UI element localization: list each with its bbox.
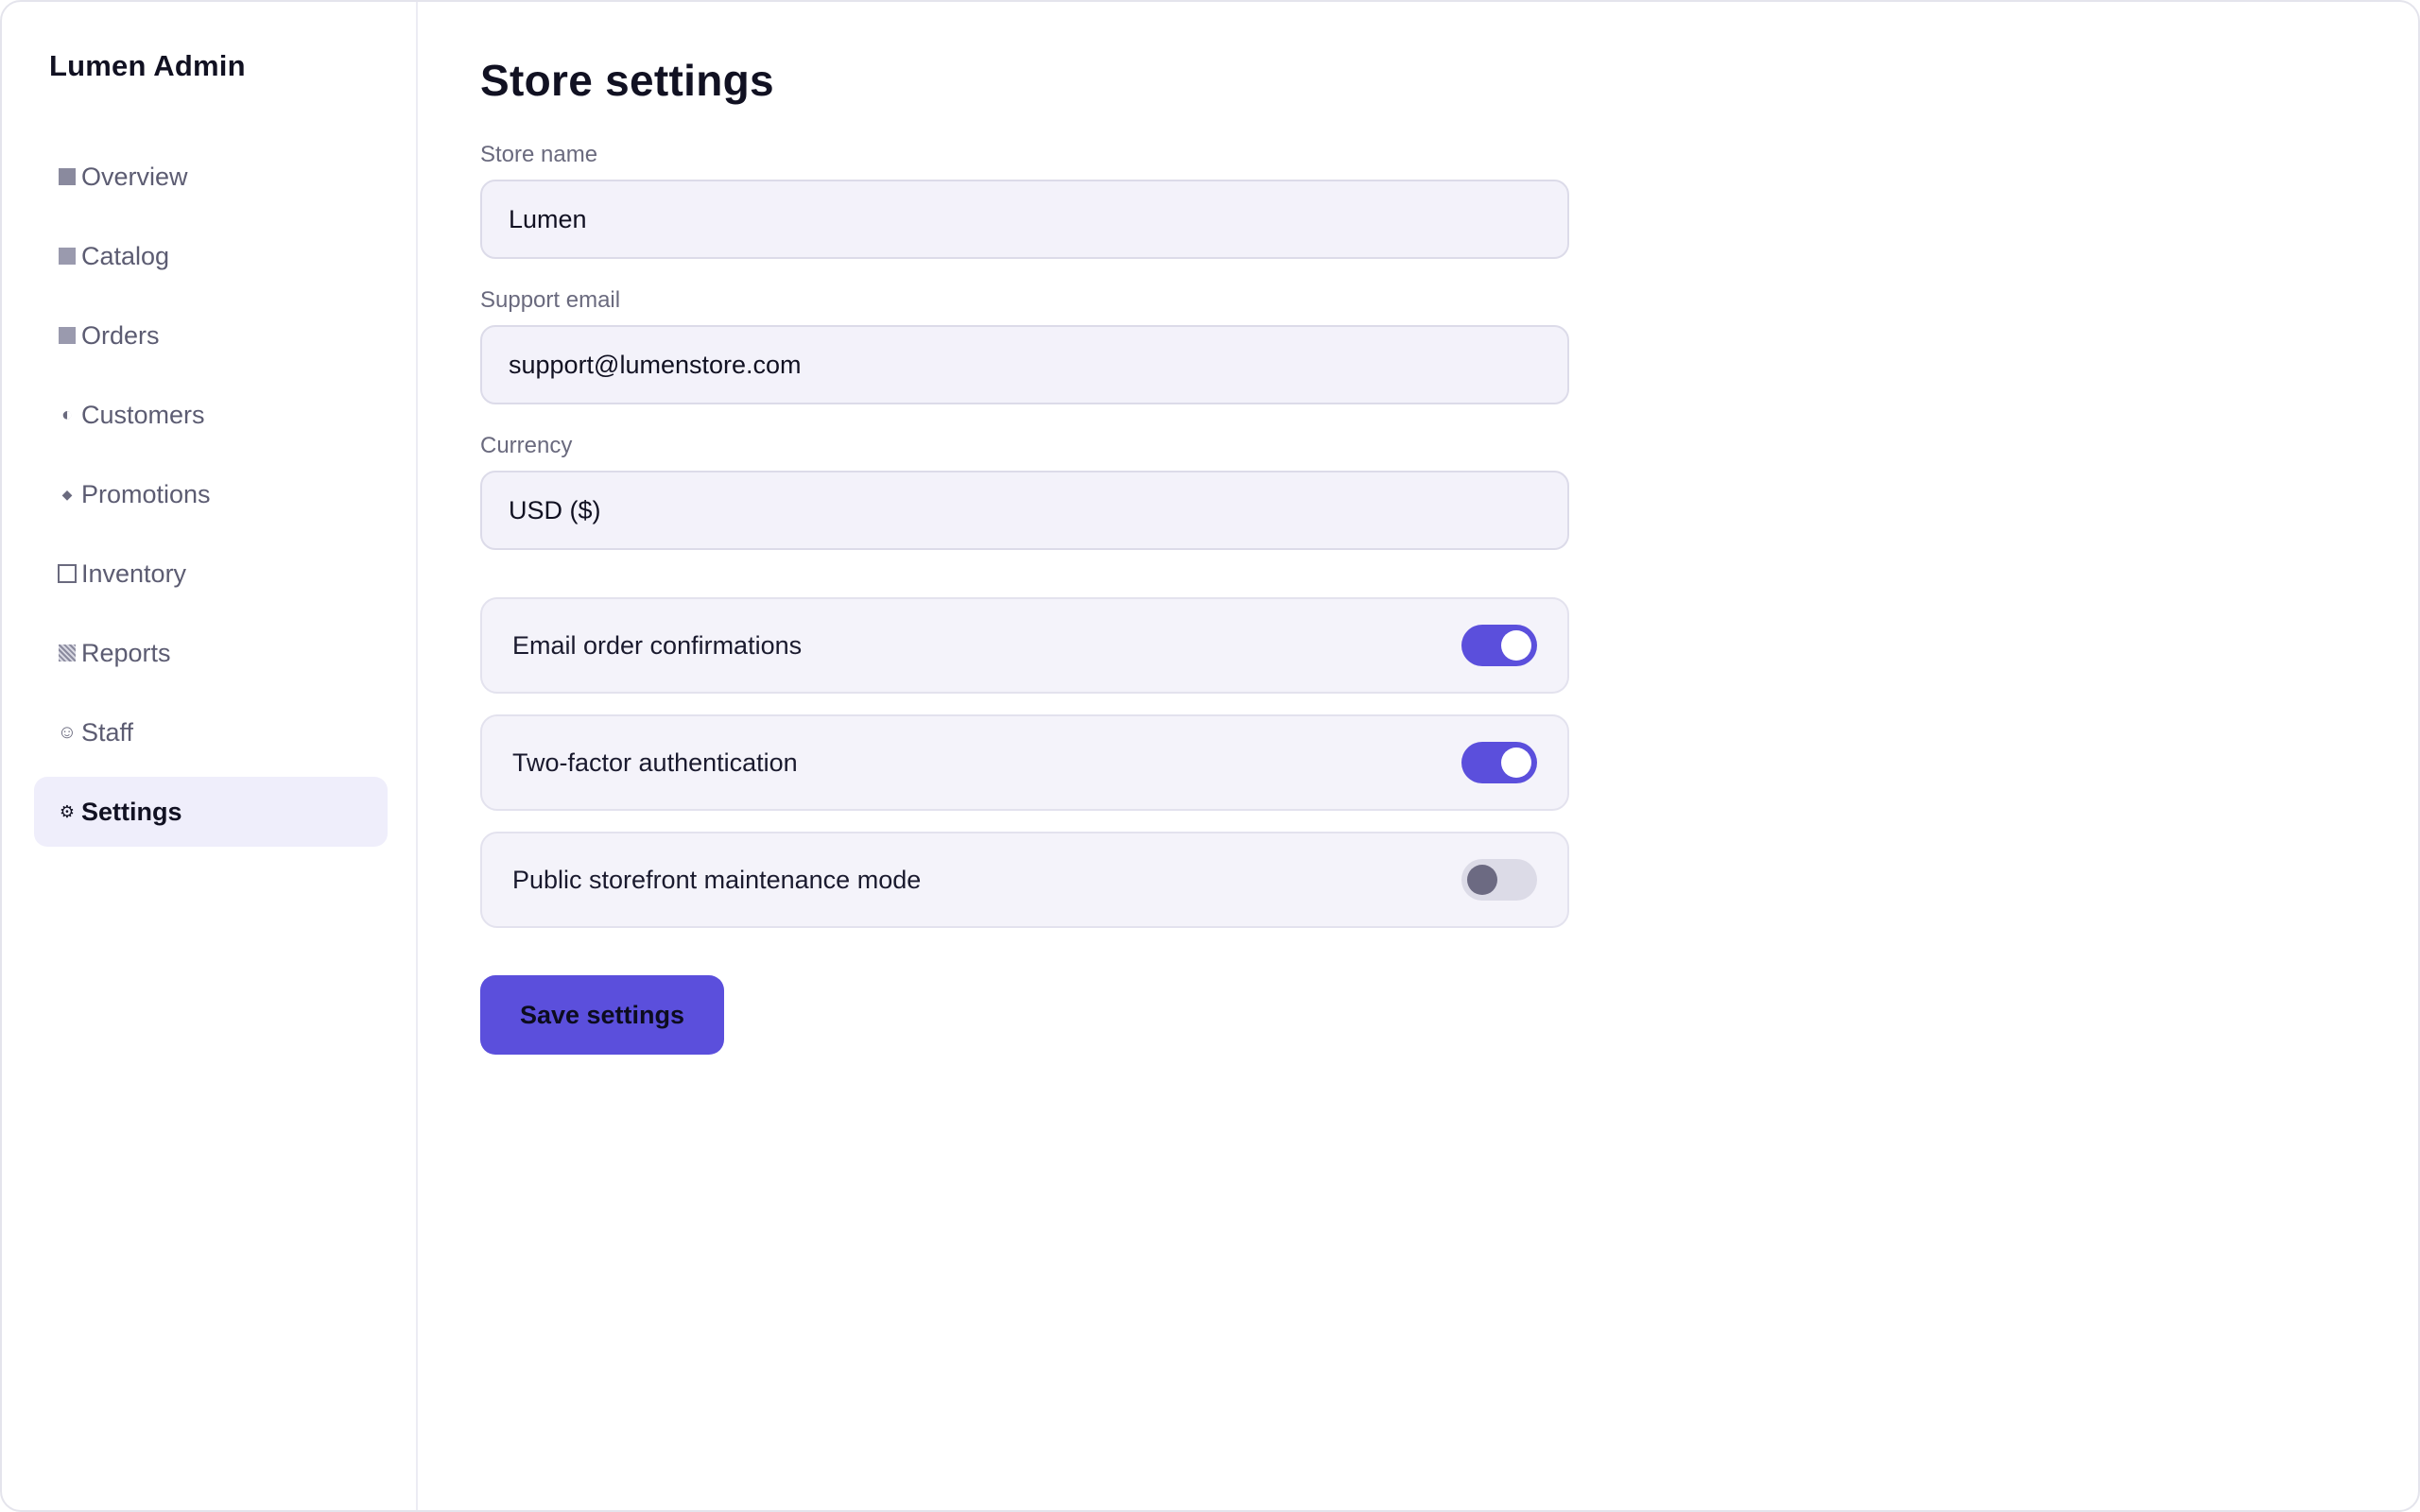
toggle-row-maintenance-mode: Public storefront maintenance mode (480, 832, 1569, 928)
maintenance-mode-toggle[interactable] (1461, 859, 1537, 901)
gear-icon: ⚙ (59, 801, 76, 821)
brand-title: Lumen Admin (49, 49, 246, 82)
sidebar-item-label: Catalog (81, 241, 170, 270)
orders-icon (57, 325, 78, 346)
customers-icon: ◐ (60, 404, 74, 425)
save-settings-button[interactable]: Save settings (480, 975, 724, 1055)
toggle-label: Email order confirmations (512, 630, 803, 660)
sidebar-item-settings[interactable]: ⚙ Settings (34, 777, 388, 847)
sidebar-item-inventory[interactable]: Inventory (34, 539, 388, 609)
sidebar-item-label: Overview (81, 162, 188, 191)
staff-icon: ☺ (57, 721, 78, 743)
sidebar-item-label: Settings (81, 797, 182, 826)
email-confirmations-toggle[interactable] (1461, 625, 1537, 666)
toggle-knob (1467, 865, 1497, 895)
sidebar-item-catalog[interactable]: Catalog (34, 221, 388, 291)
overview-icon (57, 166, 78, 187)
toggle-knob (1501, 747, 1531, 778)
sidebar-item-customers[interactable]: ◐ Customers (34, 380, 388, 450)
promotions-icon: ◆ (61, 486, 73, 502)
sidebar-item-label: Promotions (81, 479, 211, 508)
currency-input[interactable] (480, 471, 1569, 550)
store-name-field-group: Store name (480, 142, 1569, 259)
catalog-icon (57, 246, 78, 266)
store-name-input[interactable] (480, 180, 1569, 259)
sidebar-item-reports[interactable]: Reports (34, 618, 388, 688)
two-factor-toggle[interactable] (1461, 742, 1537, 783)
currency-label: Currency (480, 433, 573, 458)
main-content: Store settings Store name Support email … (480, 55, 1569, 1055)
toggle-row-email-confirmations: Email order confirmations (480, 597, 1569, 694)
support-email-field-group: Support email (480, 287, 1569, 404)
sidebar-item-orders[interactable]: Orders (34, 301, 388, 370)
sidebar-item-label: Inventory (81, 558, 187, 588)
sidebar-item-label: Orders (81, 320, 160, 350)
toggle-label: Two-factor authentication (512, 747, 798, 777)
toggle-label: Public storefront maintenance mode (512, 865, 922, 894)
toggle-row-two-factor: Two-factor authentication (480, 714, 1569, 811)
app-window: Lumen Admin Overview Catalog Orders ◐ Cu… (0, 0, 2420, 1512)
sidebar-item-overview[interactable]: Overview (34, 142, 388, 212)
sidebar-item-label: Staff (81, 717, 134, 747)
toggle-list: Email order confirmations Two-factor aut… (480, 597, 1569, 928)
sidebar-item-staff[interactable]: ☺ Staff (34, 697, 388, 767)
store-name-label: Store name (480, 142, 598, 167)
support-email-label: Support email (480, 287, 621, 313)
sidebar: Lumen Admin Overview Catalog Orders ◐ Cu… (2, 2, 418, 1510)
reports-icon (57, 643, 78, 663)
sidebar-item-label: Customers (81, 400, 205, 429)
sidebar-item-promotions[interactable]: ◆ Promotions (34, 459, 388, 529)
page-title: Store settings (480, 56, 774, 105)
support-email-input[interactable] (480, 325, 1569, 404)
sidebar-nav: Overview Catalog Orders ◐ Customers ◆ Pr… (34, 142, 388, 856)
inventory-icon (57, 563, 78, 584)
toggle-knob (1501, 630, 1531, 661)
currency-field-group: Currency (480, 433, 1569, 550)
sidebar-item-label: Reports (81, 638, 171, 667)
